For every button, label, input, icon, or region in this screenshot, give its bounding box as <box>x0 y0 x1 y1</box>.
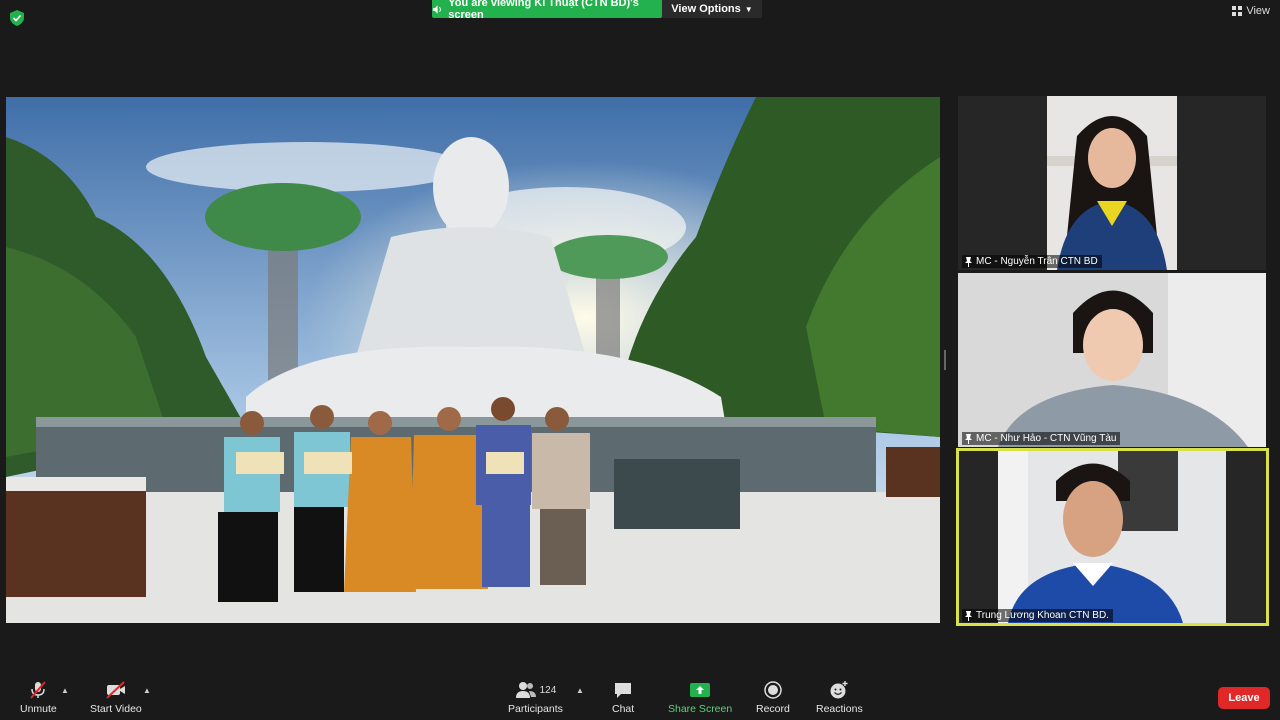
view-options-button[interactable]: View Options ▼ <box>662 0 762 18</box>
record-icon <box>764 681 782 699</box>
share-screen-button[interactable]: Share Screen <box>668 680 732 715</box>
participants-button[interactable]: 124 Participants <box>508 680 563 715</box>
viewing-screen-banner: You are viewing Kĩ Thuật (CTN BD)'s scre… <box>432 0 662 21</box>
pin-icon <box>965 256 972 267</box>
participant-name-3: Trung Lương Khoan CTN BD. <box>962 609 1113 622</box>
start-video-label: Start Video <box>90 703 142 715</box>
chat-bubble-icon <box>615 683 632 698</box>
mic-muted-icon <box>30 681 47 699</box>
participant-name-1: MC - Nguyễn Trân CTN BD <box>962 255 1102 268</box>
reactions-button[interactable]: Reactions <box>816 680 863 715</box>
pin-icon <box>965 433 972 444</box>
view-label: View <box>1246 5 1270 17</box>
participant-video-2 <box>958 273 1266 447</box>
shield-icon[interactable] <box>10 10 24 26</box>
emoji-icon <box>830 681 848 699</box>
shared-photo <box>6 97 940 623</box>
share-screen-label: Share Screen <box>668 703 733 715</box>
participant-tile-1[interactable]: MC - Nguyễn Trân CTN BD <box>958 96 1266 270</box>
pin-icon <box>965 610 972 621</box>
participant-tile-3[interactable]: Trung Lương Khoan CTN BD. <box>956 448 1269 626</box>
leave-button[interactable]: Leave <box>1218 687 1270 709</box>
unmute-button[interactable]: Unmute <box>20 680 57 715</box>
record-label: Record <box>756 703 790 715</box>
unmute-label: Unmute <box>20 703 57 715</box>
video-options-caret[interactable]: ▲ <box>143 686 151 695</box>
people-icon <box>515 682 536 698</box>
grid-icon <box>1232 6 1243 16</box>
leave-label: Leave <box>1228 692 1260 704</box>
participant-name-2: MC - Như Hảo - CTN Vũng Tàu <box>962 432 1121 445</box>
shared-screen[interactable] <box>6 97 940 623</box>
participants-label: Participants <box>508 703 563 715</box>
video-off-icon <box>106 681 125 699</box>
speaker-icon <box>432 4 441 14</box>
meeting-toolbar: Unmute ▲ Start Video ▲ 124 Participants … <box>0 672 1280 720</box>
participant-tile-2[interactable]: MC - Như Hảo - CTN Vũng Tàu <box>958 273 1266 447</box>
record-button[interactable]: Record <box>756 680 790 715</box>
participants-options-caret[interactable]: ▲ <box>576 686 584 695</box>
start-video-button[interactable]: Start Video <box>90 680 142 715</box>
viewing-screen-text: You are viewing Kĩ Thuật (CTN BD)'s scre… <box>448 0 639 21</box>
audio-options-caret[interactable]: ▲ <box>61 686 69 695</box>
participant-video-3 <box>998 451 1226 623</box>
view-options-label: View Options <box>671 3 741 15</box>
chat-label: Chat <box>612 703 635 715</box>
chat-button[interactable]: Chat <box>612 680 634 715</box>
share-screen-icon <box>690 683 711 697</box>
panel-resize-handle[interactable] <box>944 350 946 370</box>
view-button[interactable]: View <box>1232 5 1270 17</box>
reactions-label: Reactions <box>816 703 863 715</box>
participant-video-1 <box>1047 96 1177 270</box>
participants-count: 124 <box>539 684 557 696</box>
chevron-down-icon: ▼ <box>744 4 753 14</box>
